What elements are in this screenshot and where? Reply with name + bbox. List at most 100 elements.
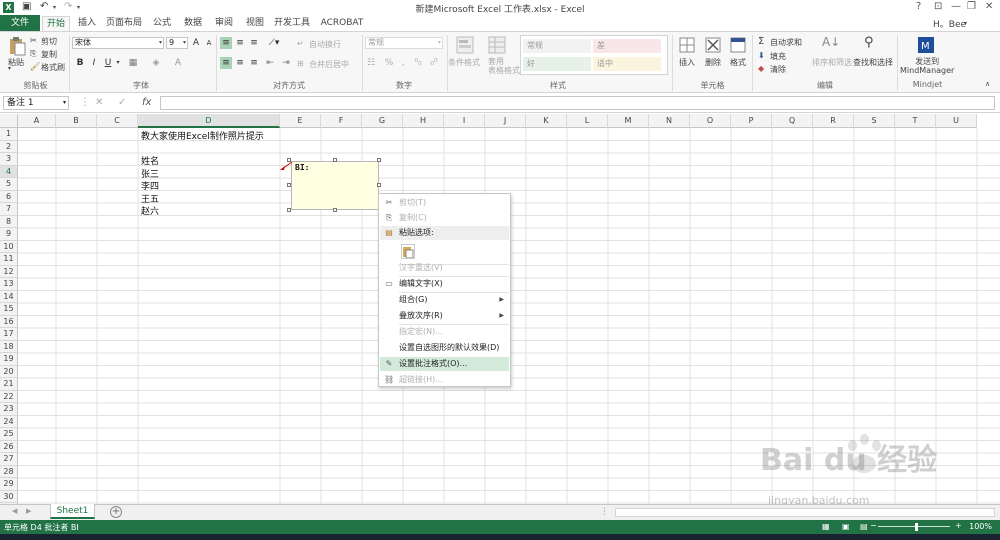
tab-formulas[interactable]: 公式 <box>148 16 176 31</box>
find-select-button[interactable]: 查找和选择 <box>853 57 893 68</box>
cell-d6[interactable]: 王五 <box>141 192 159 205</box>
merge-center-button[interactable]: 合并后居中 <box>309 59 349 70</box>
row-header[interactable]: 14 <box>0 290 18 303</box>
fill-color-icon[interactable]: ◈ <box>150 57 162 69</box>
autosum-icon[interactable]: Σ <box>758 36 764 47</box>
row-header[interactable]: 20 <box>0 365 18 378</box>
align-right-icon[interactable]: ≡ <box>248 57 260 69</box>
row-header[interactable]: 12 <box>0 265 18 278</box>
zoom-slider[interactable] <box>878 526 950 527</box>
cut-icon[interactable]: ✂ <box>30 36 37 45</box>
find-binoculars-icon[interactable]: ⚲ <box>864 35 874 50</box>
row-header[interactable]: 22 <box>0 390 18 403</box>
cell-d7[interactable]: 赵六 <box>141 204 159 217</box>
row-header[interactable]: 30 <box>0 490 18 503</box>
column-header[interactable]: B <box>56 114 97 128</box>
row-header[interactable]: 9 <box>0 228 18 241</box>
menu-item-order[interactable]: 叠放次序(R) ▶ <box>380 309 509 323</box>
sort-filter-icon[interactable]: A↓ <box>822 35 840 49</box>
row-header[interactable]: 4 <box>0 165 18 178</box>
cut-button[interactable]: 剪切 <box>41 36 57 47</box>
restore-button[interactable]: ❐ <box>967 1 976 12</box>
orientation-icon[interactable]: ⟋▾ <box>266 37 282 49</box>
align-center-icon[interactable]: ≡ <box>234 57 246 69</box>
column-header[interactable]: H <box>403 114 444 128</box>
column-header[interactable]: C <box>97 114 138 128</box>
shrink-font-button[interactable]: A <box>204 37 214 49</box>
paste-dropdown-icon[interactable]: ▾ <box>8 65 11 72</box>
resize-handle[interactable] <box>377 158 381 162</box>
cancel-entry-icon[interactable]: ✕ <box>95 97 103 108</box>
delete-button[interactable]: 删除 <box>705 57 721 68</box>
paste-icon[interactable] <box>8 36 26 56</box>
column-header[interactable]: T <box>895 114 936 128</box>
sort-filter-button[interactable]: 排序和筛选 <box>812 57 852 68</box>
increase-decimal-icon[interactable]: ⁰₀ <box>412 57 424 69</box>
column-header[interactable]: F <box>321 114 362 128</box>
column-header[interactable]: J <box>485 114 526 128</box>
row-header[interactable]: 7 <box>0 203 18 216</box>
user-dropdown-icon[interactable]: ▾ <box>964 20 967 27</box>
autosum-button[interactable]: 自动求和 <box>770 37 802 48</box>
column-header[interactable]: R <box>813 114 854 128</box>
row-header[interactable]: 24 <box>0 415 18 428</box>
copy-icon[interactable]: ⎘ <box>30 49 36 59</box>
row-header[interactable]: 25 <box>0 428 18 441</box>
column-header[interactable]: E <box>280 114 321 128</box>
tab-review[interactable]: 审阅 <box>210 16 238 31</box>
style-good[interactable]: 好 <box>523 57 591 71</box>
user-name[interactable]: H。Bee <box>933 17 966 30</box>
next-sheet-icon[interactable]: ▶ <box>26 507 31 515</box>
row-header[interactable]: 6 <box>0 190 18 203</box>
send-to-mindmanager-button[interactable]: 发送到 MindManager <box>900 57 954 75</box>
tab-file[interactable]: 文件 <box>0 15 40 31</box>
cell-d1[interactable]: 教大家使用Excel制作照片提示 <box>141 129 264 142</box>
wrap-text-button[interactable]: 自动换行 <box>309 39 341 50</box>
confirm-entry-icon[interactable]: ✓ <box>118 97 126 108</box>
menu-item-copy[interactable]: ⎘ 复制(C) <box>380 211 509 225</box>
grow-font-button[interactable]: A <box>191 37 201 49</box>
wrap-text-icon[interactable]: ↵ <box>297 39 304 48</box>
decrease-indent-icon[interactable]: ⇤ <box>264 57 276 69</box>
column-header[interactable]: N <box>649 114 690 128</box>
formula-bar-options-icon[interactable]: ⋮ <box>80 97 90 108</box>
cell-d4[interactable]: 张三 <box>141 167 159 180</box>
italic-button[interactable]: I <box>89 57 99 69</box>
underline-dropdown-icon[interactable]: ▾ <box>114 57 122 69</box>
column-header[interactable]: Q <box>772 114 813 128</box>
resize-handle[interactable] <box>333 208 337 212</box>
row-header[interactable]: 18 <box>0 340 18 353</box>
row-header[interactable]: 19 <box>0 353 18 366</box>
row-header[interactable]: 11 <box>0 253 18 266</box>
menu-item-cut[interactable]: ✂ 剪切(T) <box>380 196 509 210</box>
font-size-select[interactable]: 9 ▾ <box>166 37 188 49</box>
format-cells-icon[interactable] <box>729 36 747 54</box>
tab-data[interactable]: 数据 <box>179 16 207 31</box>
add-sheet-button[interactable]: + <box>110 506 122 518</box>
format-as-table-button[interactable]: 套用 表格格式 <box>488 57 520 75</box>
row-header[interactable]: 28 <box>0 465 18 478</box>
border-icon[interactable]: ▦ <box>127 57 139 69</box>
row-header[interactable]: 13 <box>0 278 18 291</box>
menu-item-group[interactable]: 组合(G) ▶ <box>380 293 509 307</box>
row-header[interactable]: 1 <box>0 128 18 141</box>
zoom-level[interactable]: 100% <box>969 522 992 531</box>
cell-d3[interactable]: 姓名 <box>141 154 159 167</box>
row-header[interactable]: 5 <box>0 178 18 191</box>
tab-split-icon[interactable]: ⋮ <box>600 507 609 517</box>
tab-developer[interactable]: 开发工具 <box>272 16 312 31</box>
cell-d5[interactable]: 李四 <box>141 179 159 192</box>
column-header[interactable]: A <box>18 114 56 128</box>
resize-handle[interactable] <box>377 183 381 187</box>
menu-item-set-default-shape[interactable]: 设置自选图形的默认效果(D) <box>380 341 509 355</box>
row-header[interactable]: 8 <box>0 215 18 228</box>
tab-view[interactable]: 视图 <box>241 16 269 31</box>
clear-button[interactable]: 清除 <box>770 64 786 75</box>
column-header[interactable]: U <box>936 114 977 128</box>
collapse-ribbon-icon[interactable]: ∧ <box>985 80 990 88</box>
underline-button[interactable]: U <box>103 57 113 69</box>
close-button[interactable]: ✕ <box>985 1 993 12</box>
merge-icon[interactable]: ⊞ <box>297 59 304 68</box>
ribbon-display-button[interactable]: ⊡ <box>934 1 942 12</box>
bold-button[interactable]: B <box>75 57 85 69</box>
